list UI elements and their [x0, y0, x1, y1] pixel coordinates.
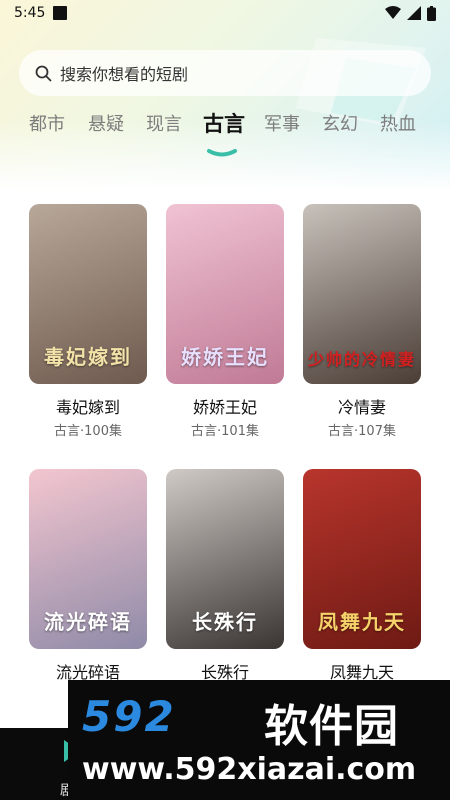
- tab-xuanhuan[interactable]: 玄幻: [322, 110, 358, 136]
- search-bar[interactable]: 搜索你想看的短剧: [19, 50, 431, 96]
- tab-rexue[interactable]: 热血: [380, 110, 416, 136]
- drama-poster: 凤舞九天: [303, 469, 421, 649]
- tab-junshi[interactable]: 军事: [264, 110, 300, 136]
- drama-card[interactable]: 流光碎语 流光碎语 古言: [29, 469, 147, 704]
- tab-guyan[interactable]: 古言: [203, 108, 245, 138]
- drama-poster: 少帅的冷情妻: [303, 204, 421, 384]
- status-bar: 5:45: [0, 0, 450, 26]
- poster-title: 毒妃嫁到: [44, 345, 132, 369]
- drama-poster: 流光碎语: [29, 469, 147, 649]
- drama-meta: 古言·107集: [328, 424, 396, 439]
- drama-card[interactable]: 凤舞九天 凤舞九天: [303, 469, 421, 685]
- drama-poster: 娇娇王妃: [166, 204, 284, 384]
- tab-dushi[interactable]: 都市: [29, 110, 65, 136]
- poster-title: 长殊行: [192, 610, 258, 634]
- status-time: 5:45: [14, 5, 46, 21]
- poster-title: 娇娇王妃: [181, 345, 269, 369]
- drama-meta: 古言·100集: [54, 424, 122, 439]
- drama-title: 冷情妻: [337, 398, 386, 417]
- watermark-logo-text: 软件园: [264, 701, 399, 752]
- watermark-overlay: 592 软件园 www.592xiazai.com: [68, 680, 450, 800]
- poster-title: 少帅的冷情妻: [307, 350, 416, 369]
- tab-xianyan[interactable]: 现言: [146, 110, 182, 136]
- poster-title: 流光碎语: [44, 610, 132, 634]
- watermark-logo-number: 592: [82, 692, 176, 741]
- poster-title: 凤舞九天: [318, 610, 406, 634]
- search-icon: [35, 65, 52, 81]
- drama-title: 娇娇王妃: [192, 398, 257, 417]
- drama-card[interactable]: 长殊行 长殊行: [166, 469, 284, 685]
- watermark-url: www.592xiazai.com: [82, 752, 417, 787]
- drama-card[interactable]: 少帅的冷情妻 冷情妻 古言·107集: [303, 204, 421, 439]
- drama-poster: 毒妃嫁到: [29, 204, 147, 384]
- category-tabs: 都市 悬疑 现言 古言 军事 玄幻 热血: [0, 104, 450, 164]
- search-placeholder: 搜索你想看的短剧: [60, 65, 189, 84]
- drama-card[interactable]: 娇娇王妃 娇娇王妃 古言·101集: [166, 204, 284, 439]
- signal-icon: [407, 6, 421, 20]
- drama-meta: 古言·101集: [191, 424, 259, 439]
- wifi-icon: [385, 6, 401, 19]
- drama-title: 毒妃嫁到: [55, 398, 120, 417]
- drama-card[interactable]: 毒妃嫁到 毒妃嫁到 古言·100集: [29, 204, 147, 439]
- tab-xuanyi[interactable]: 悬疑: [88, 110, 124, 136]
- active-tab-indicator: [207, 149, 237, 157]
- notification-icon: [53, 6, 68, 20]
- drama-poster: 长殊行: [166, 469, 284, 649]
- battery-icon: [427, 5, 436, 21]
